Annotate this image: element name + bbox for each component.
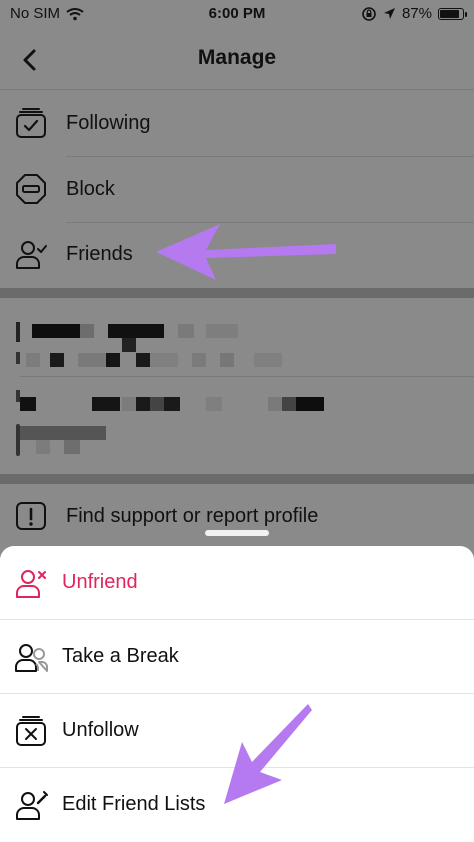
sheet-item-label: Unfollow (62, 719, 139, 741)
redacted-block (150, 353, 178, 367)
sheet-grabber[interactable] (205, 530, 269, 536)
redacted-block (80, 324, 94, 338)
redacted-block (220, 353, 234, 367)
block-icon (16, 174, 46, 204)
menu-item-label: Block (66, 178, 115, 200)
section-divider (0, 288, 474, 298)
status-bar: No SIM 6:00 PM 87% (0, 0, 474, 28)
menu-item-following[interactable]: Following (0, 91, 474, 157)
section-divider (0, 474, 474, 484)
edit-friend-list-icon (16, 791, 48, 820)
unfollow-icon (16, 716, 46, 746)
redacted-block (108, 324, 164, 338)
nav-bar: Manage (0, 28, 474, 90)
redacted-block (78, 353, 106, 367)
redacted-block (64, 440, 80, 454)
redacted-block (178, 324, 194, 338)
redacted-block (282, 397, 296, 411)
redacted-block (296, 397, 324, 411)
redacted-block (92, 397, 120, 411)
menu-item-label: Find support or report profile (66, 505, 319, 527)
unfriend-icon (16, 570, 46, 598)
following-icon (16, 108, 46, 138)
battery-icon (438, 7, 467, 20)
take-break-icon (15, 644, 48, 672)
sheet-item-unfriend[interactable]: Unfriend (0, 546, 474, 620)
rotation-lock-icon (362, 6, 376, 21)
location-icon (383, 8, 395, 19)
sheet-item-label: Edit Friend Lists (62, 793, 206, 815)
annotation-arrow-icon (224, 704, 312, 804)
menu-item-find-support[interactable]: Find support or report profile (0, 484, 474, 550)
redacted-block (106, 353, 120, 367)
redacted-block (122, 338, 136, 352)
menu-item-label: Friends (66, 243, 133, 265)
menu-item-label: Following (66, 112, 151, 134)
page-title: Manage (197, 46, 277, 69)
redacted-block (50, 353, 64, 367)
sheet-item-label: Unfriend (62, 571, 138, 593)
divider (20, 376, 474, 377)
sheet-item-label: Take a Break (62, 645, 179, 667)
annotation-arrow-icon (156, 224, 336, 280)
redacted-block (26, 353, 40, 367)
redacted-block (32, 324, 80, 338)
redacted-block (150, 397, 164, 411)
sheet-item-take-a-break[interactable]: Take a Break (0, 620, 474, 694)
redacted-block (122, 397, 136, 411)
redacted-block (20, 426, 106, 440)
battery-percent: 87% (401, 5, 432, 22)
redacted-block (16, 352, 20, 364)
redacted-block (136, 353, 150, 367)
friends-icon (16, 241, 47, 269)
redacted-block (192, 353, 206, 367)
exclamation-icon (16, 502, 46, 530)
redacted-block (206, 324, 238, 338)
redacted-block (20, 397, 36, 411)
redacted-block (164, 397, 180, 411)
redacted-block (16, 322, 20, 342)
redacted-block (254, 353, 282, 367)
nav-divider (0, 89, 474, 90)
redacted-block (268, 397, 282, 411)
status-right: 87% (361, 5, 467, 22)
redacted-block (206, 397, 222, 411)
redacted-block (136, 397, 150, 411)
redacted-block (36, 397, 78, 411)
battery-fill (440, 9, 460, 18)
redacted-block (36, 440, 50, 454)
